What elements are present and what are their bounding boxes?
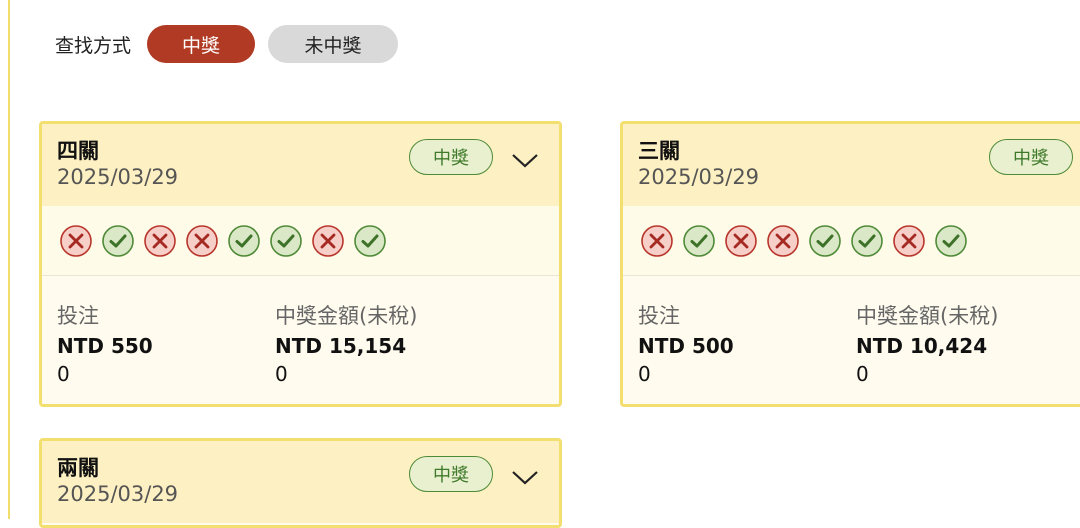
check-circle-icon — [227, 224, 261, 258]
card-date: 2025/03/29 — [57, 165, 179, 189]
card-title: 三關 — [638, 139, 680, 163]
amounts-section: 投注 NTD 500 0 中獎金額(未稅) NTD 10,424 0 — [623, 276, 1080, 404]
x-circle-icon — [766, 224, 800, 258]
card-date: 2025/03/29 — [638, 165, 760, 189]
x-circle-icon — [724, 224, 758, 258]
x-circle-icon — [640, 224, 674, 258]
amounts-section: 投注 NTD 550 0 中獎金額(未稅) NTD 15,154 0 — [42, 276, 559, 404]
x-circle-icon — [185, 224, 219, 258]
leg-results — [623, 206, 1080, 276]
x-circle-icon — [143, 224, 177, 258]
card-date: 2025/03/29 — [57, 482, 179, 506]
bet-card-four-leg: 四關 2025/03/29 中獎 投注 NTD 550 0 中獎金額(未稅) N… — [39, 121, 562, 407]
check-circle-icon — [934, 224, 968, 258]
x-circle-icon — [311, 224, 345, 258]
card-header: 四關 2025/03/29 中獎 — [42, 124, 559, 206]
card-title: 兩關 — [57, 456, 99, 480]
prize-label: 中獎金額(未稅) — [275, 304, 418, 328]
card-header: 三關 2025/03/29 中獎 — [623, 124, 1080, 206]
prize-label: 中獎金額(未稅) — [856, 304, 999, 328]
check-circle-icon — [353, 224, 387, 258]
search-mode-filter: 查找方式 中獎 未中獎 — [55, 24, 411, 64]
check-circle-icon — [682, 224, 716, 258]
check-circle-icon — [269, 224, 303, 258]
status-badge: 中獎 — [409, 139, 493, 175]
x-circle-icon — [892, 224, 926, 258]
x-circle-icon — [59, 224, 93, 258]
bet-card-three-leg: 三關 2025/03/29 中獎 投注 NTD 500 0 中獎金額(未稅) N… — [620, 121, 1080, 407]
stake-column: 投注 NTD 550 0 — [57, 304, 153, 387]
stake-value: NTD 500 — [638, 334, 734, 358]
check-circle-icon — [101, 224, 135, 258]
prize-value: NTD 15,154 — [275, 334, 407, 358]
card-title: 四關 — [57, 139, 99, 163]
stake-sub: 0 — [57, 362, 70, 386]
left-border-accent — [8, 0, 10, 519]
check-circle-icon — [850, 224, 884, 258]
filter-label: 查找方式 — [55, 34, 132, 57]
prize-column: 中獎金額(未稅) NTD 15,154 0 — [275, 304, 417, 387]
stake-value: NTD 550 — [57, 334, 153, 358]
card-header: 兩關 2025/03/29 中獎 — [42, 441, 559, 523]
prize-column: 中獎金額(未稅) NTD 10,424 0 — [856, 304, 998, 387]
prize-value: NTD 10,424 — [856, 334, 988, 358]
status-badge: 中獎 — [989, 139, 1073, 175]
check-circle-icon — [808, 224, 842, 258]
stake-column: 投注 NTD 500 0 — [638, 304, 734, 387]
prize-sub: 0 — [275, 362, 288, 386]
stake-label: 投注 — [57, 304, 99, 328]
chevron-down-icon[interactable] — [508, 463, 542, 493]
chevron-down-icon[interactable] — [508, 146, 542, 176]
bet-card-two-leg: 兩關 2025/03/29 中獎 — [39, 438, 562, 528]
leg-results — [42, 206, 559, 276]
filter-winning-button[interactable]: 中獎 — [147, 25, 256, 63]
filter-not-winning-button[interactable]: 未中獎 — [268, 25, 399, 63]
stake-label: 投注 — [638, 304, 680, 328]
stake-sub: 0 — [638, 362, 651, 386]
prize-sub: 0 — [856, 362, 869, 386]
status-badge: 中獎 — [409, 456, 493, 492]
